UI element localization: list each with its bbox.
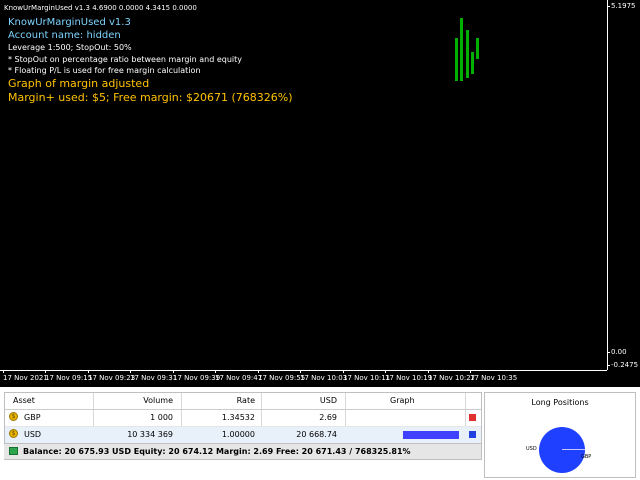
stopout-note: * StopOut on percentage ratio between ma…	[8, 55, 243, 64]
time-label: 17 Nov 09:23	[88, 370, 136, 382]
price-label-zero: 0.00	[607, 348, 627, 356]
margin-bar	[476, 38, 479, 59]
price-scale[interactable]: 5.1975 0.00 -0.2475	[606, 0, 640, 370]
color-marker	[469, 431, 476, 438]
leverage-info: Leverage 1:500; StopOut: 50%	[8, 43, 132, 52]
asset-rate: 1.00000	[221, 430, 255, 439]
table-row[interactable]: $ USD 10 334 369 1.00000 20 668.74	[5, 427, 481, 443]
color-marker	[469, 414, 476, 421]
time-label: 17 Nov 09:15	[45, 370, 93, 382]
header-volume[interactable]: Volume	[143, 396, 173, 405]
long-positions-title: Long Positions	[531, 398, 589, 407]
indicator-name: KnowUrMarginUsed v1.3	[8, 17, 131, 28]
margin-bar	[460, 18, 463, 81]
pie-label-gbp: GBP	[581, 454, 592, 460]
margin-panel: Asset Volume Rate USD Graph $ GBP 1 000 …	[0, 390, 640, 480]
asset-name: USD	[24, 430, 42, 439]
account-status-bar: Balance: 20 675.93 USD Equity: 20 674.12…	[4, 443, 481, 459]
pie-label-usd: USD	[526, 446, 537, 452]
margin-bar	[455, 38, 458, 81]
time-label: 17 Nov 10:35	[470, 370, 518, 382]
account-status-text: Balance: 20 675.93 USD Equity: 20 674.12…	[23, 447, 411, 456]
time-scale[interactable]: 17 Nov 2021 17 Nov 09:15 17 Nov 09:23 17…	[0, 370, 607, 388]
time-label: 17 Nov 10:03	[300, 370, 348, 382]
time-label: 17 Nov 09:55	[258, 370, 306, 382]
floating-pl-note: * Floating P/L is used for free margin c…	[8, 66, 201, 75]
long-positions-panel: Long Positions USD GBP	[484, 392, 636, 478]
asset-name: GBP	[24, 413, 41, 422]
long-positions-pie	[539, 427, 585, 473]
time-label: 17 Nov 10:27	[428, 370, 476, 382]
status-icon	[9, 447, 18, 455]
table-header: Asset Volume Rate USD Graph	[5, 393, 481, 410]
price-label-bottom: -0.2475	[606, 361, 639, 369]
asset-usd: 2.69	[319, 413, 337, 422]
coin-icon: $	[9, 429, 18, 438]
asset-volume: 10 334 369	[127, 430, 173, 439]
time-label: 17 Nov 10:19	[385, 370, 433, 382]
chart-window[interactable]: KnowUrMarginUsed v1.3 4.6900 0.0000 4.34…	[0, 0, 640, 387]
chart-plot-area[interactable]: KnowUrMarginUsed v1.3 4.6900 0.0000 4.34…	[0, 0, 607, 370]
asset-volume: 1 000	[150, 413, 173, 422]
header-asset[interactable]: Asset	[13, 396, 35, 405]
header-graph[interactable]: Graph	[390, 396, 415, 405]
margin-summary: Margin+ used: $5; Free margin: $20671 (7…	[8, 91, 293, 104]
coin-icon: $	[9, 412, 18, 421]
header-rate[interactable]: Rate	[237, 396, 255, 405]
time-label: 17 Nov 09:39	[173, 370, 221, 382]
time-label: 17 Nov 10:11	[343, 370, 391, 382]
price-label-top: 5.1975	[607, 2, 636, 10]
table-row[interactable]: $ GBP 1 000 1.34532 2.69	[5, 410, 481, 427]
time-label: 17 Nov 09:31	[130, 370, 178, 382]
graph-heading: Graph of margin adjusted	[8, 77, 150, 90]
pie-divider	[562, 449, 585, 450]
asset-rate: 1.34532	[221, 413, 255, 422]
time-label: 17 Nov 2021	[3, 370, 48, 382]
share-bar	[403, 431, 459, 439]
chart-title-bar: KnowUrMarginUsed v1.3 4.6900 0.0000 4.34…	[4, 4, 197, 12]
account-name: Account name: hidden	[8, 30, 121, 41]
margin-bar	[471, 52, 474, 74]
time-label: 17 Nov 09:47	[215, 370, 263, 382]
margin-bar	[466, 30, 469, 78]
header-usd[interactable]: USD	[320, 396, 337, 405]
asset-usd: 20 668.74	[296, 430, 337, 439]
